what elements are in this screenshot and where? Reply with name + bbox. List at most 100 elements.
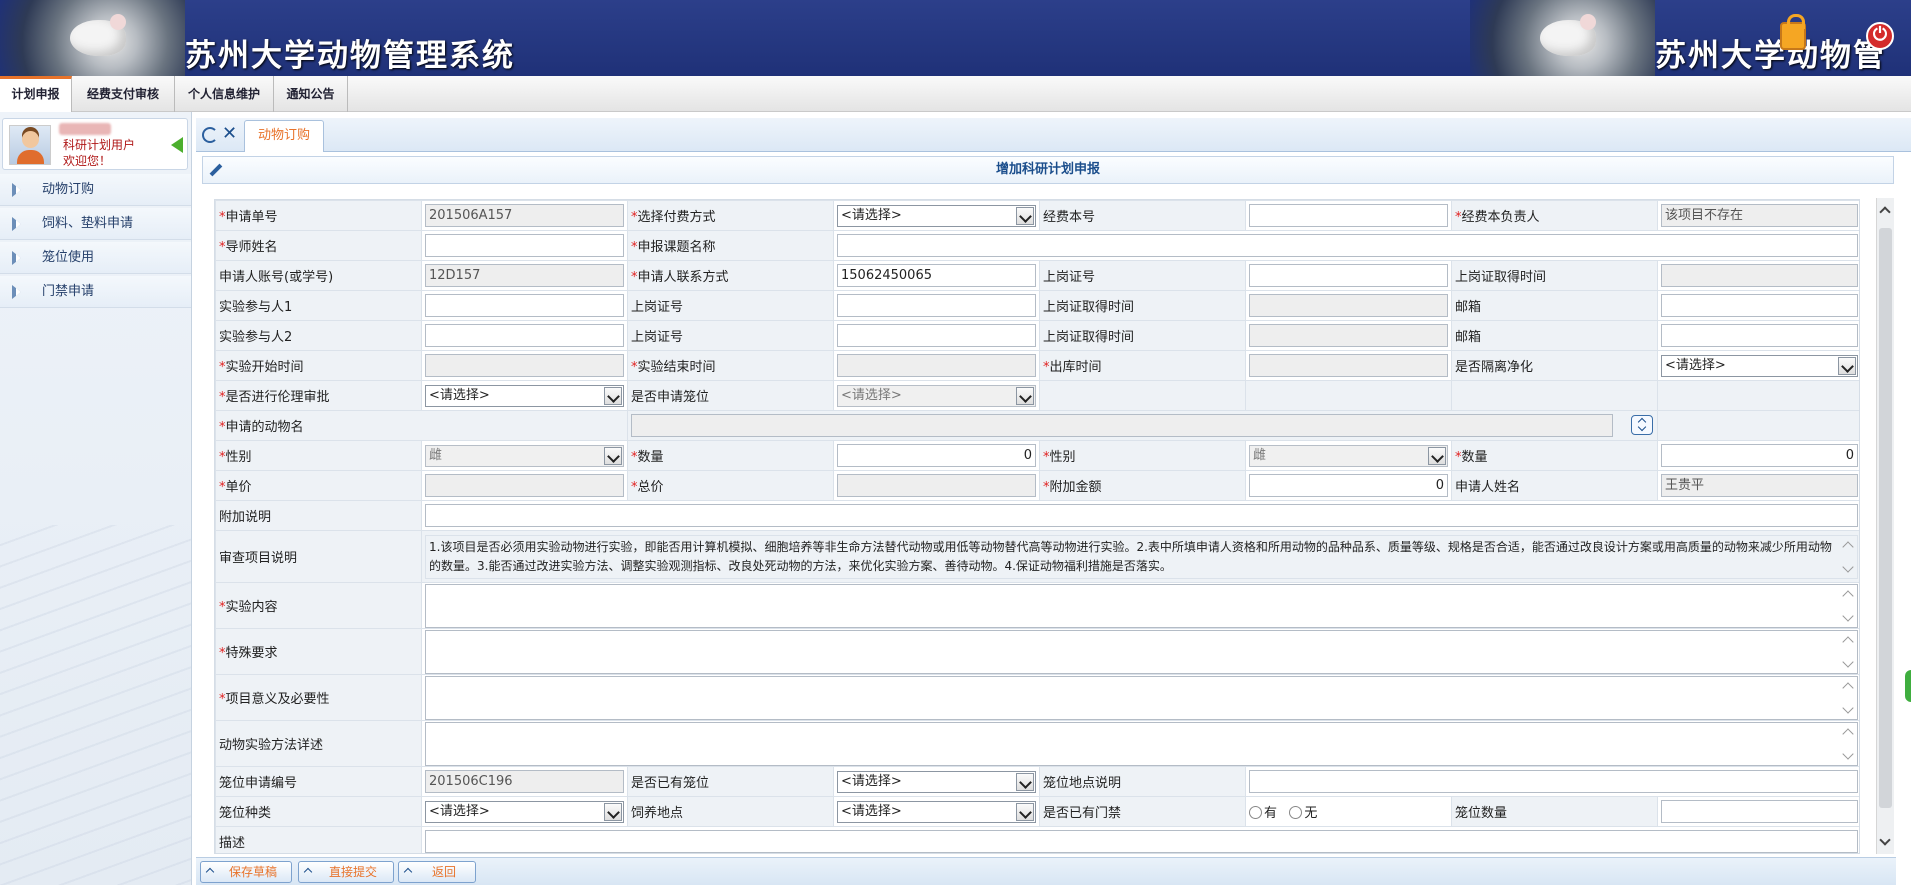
sidebar-item-label: 饲料、垫料申请	[42, 216, 134, 231]
feed-place-select[interactable]: <请选择>	[837, 800, 1036, 823]
chevron-down-icon	[1428, 446, 1446, 465]
sex-1-select[interactable]: 雌	[425, 444, 624, 467]
label-sex-2: *性别	[1039, 440, 1246, 471]
chevron-down-icon	[1016, 206, 1034, 225]
p2-cert-time-field[interactable]	[1249, 324, 1448, 347]
method-textarea[interactable]	[425, 721, 1858, 766]
total-field[interactable]	[837, 474, 1036, 497]
label-cert: 上岗证号	[1039, 260, 1246, 291]
label-significance: *项目意义及必要性	[215, 674, 422, 721]
isolate-select[interactable]: <请选择>	[1661, 354, 1858, 377]
user-welcome: 欢迎您！	[63, 154, 112, 168]
submit-button[interactable]: 直接提交	[298, 861, 394, 883]
pay-method-select[interactable]: <请选择>	[837, 204, 1036, 227]
apply-no-field[interactable]: 201506A157	[425, 204, 624, 227]
app-title-repeat: 苏州大学动物管	[1655, 38, 1886, 74]
form-table: *申请单号 201506A157 *选择付费方式 <请选择> 经费本号 *经费本…	[215, 200, 1859, 853]
label-participant-1: 实验参与人1	[215, 290, 422, 321]
label-p2-email: 邮箱	[1451, 320, 1658, 351]
sidebar-item-animal-order[interactable]: 动物订购	[0, 174, 191, 206]
close-icon[interactable]: ✕	[222, 123, 237, 144]
special-textarea[interactable]	[425, 629, 1858, 674]
nav-fund-audit[interactable]: 经费支付审核	[72, 76, 175, 112]
sidebar-item-label: 笼位使用	[42, 250, 95, 265]
ethics-select[interactable]: <请选择>	[425, 384, 624, 407]
cert-time-field[interactable]	[1661, 264, 1858, 287]
nav-personal-info[interactable]: 个人信息维护	[175, 76, 274, 112]
form-header: 增加科研计划申报	[202, 156, 1894, 184]
sidebar-item-cage[interactable]: 笼位使用	[0, 242, 191, 274]
label-cage-request: 是否申请笼位	[627, 380, 834, 411]
tutor-field[interactable]	[425, 234, 624, 257]
qty-1-field[interactable]: 0	[837, 444, 1036, 467]
content-textarea[interactable]	[425, 583, 1858, 628]
p2-cert-field[interactable]	[837, 324, 1036, 347]
power-icon[interactable]: ⏻	[1866, 22, 1894, 50]
cage-type-select[interactable]: <请选择>	[425, 800, 624, 823]
out-time-field[interactable]	[1249, 354, 1448, 377]
door-no-radio[interactable]	[1289, 806, 1303, 819]
label-content: *实验内容	[215, 582, 422, 629]
tab-animal-order[interactable]: 动物订购	[244, 120, 324, 152]
collapse-arrow-icon[interactable]	[171, 137, 183, 153]
label-feed-place: 饲养地点	[627, 796, 834, 827]
chevron-down-icon	[1016, 386, 1034, 405]
chevron-down-icon	[1838, 356, 1856, 375]
unit-price-field[interactable]	[425, 474, 624, 497]
lock-icon[interactable]	[1780, 14, 1806, 50]
end-time-field[interactable]	[837, 354, 1036, 377]
qty-2-field[interactable]: 0	[1661, 444, 1858, 467]
scroll-down-icon	[1879, 834, 1891, 846]
p1-email-field[interactable]	[1661, 294, 1858, 317]
label-qty-2: *数量	[1451, 440, 1658, 471]
cage-count-field[interactable]	[1661, 800, 1858, 823]
door-yes-radio[interactable]	[1249, 806, 1262, 819]
extra-amount-field[interactable]: 0	[1249, 474, 1448, 497]
cage-no-field[interactable]: 201506C196	[425, 770, 624, 793]
menu-arrow-icon	[12, 285, 26, 299]
vertical-scrollbar[interactable]	[1876, 198, 1894, 854]
user-box: 科研计划用户 欢迎您！	[2, 118, 188, 170]
desc-field[interactable]	[425, 830, 1858, 853]
label-end-time: *实验结束时间	[627, 350, 834, 381]
top-nav: 计划申报 经费支付审核 个人信息维护 通知公告	[0, 76, 1911, 112]
has-cage-select[interactable]: <请选择>	[837, 770, 1036, 793]
applicant-field[interactable]: 王贵平	[1661, 474, 1858, 497]
phone-field[interactable]: 15062450065	[837, 264, 1036, 287]
topic-field[interactable]	[837, 234, 1858, 257]
content-area: 增加科研计划申报 *申请单号 201506A157 *选择付费方式 <请选择> …	[196, 152, 1911, 885]
nav-plan-declare[interactable]: 计划申报	[0, 76, 72, 112]
label-start-time: *实验开始时间	[215, 350, 422, 381]
account-field[interactable]: 12D157	[425, 264, 624, 287]
participant-1-field[interactable]	[425, 294, 624, 317]
fund-no-field[interactable]	[1249, 204, 1448, 227]
app-title: 苏州大学动物管理系统	[185, 38, 515, 74]
sidebar-item-access[interactable]: 门禁申请	[0, 276, 191, 308]
p1-cert-time-field[interactable]	[1249, 294, 1448, 317]
animal-picker-icon[interactable]	[1631, 415, 1653, 435]
cage-request-select[interactable]: <请选择>	[837, 384, 1036, 407]
p2-email-field[interactable]	[1661, 324, 1858, 347]
chevron-up-icon	[403, 867, 413, 877]
sex-2-select[interactable]: 雌	[1249, 444, 1448, 467]
form-scroll-area[interactable]: *申请单号 201506A157 *选择付费方式 <请选择> 经费本号 *经费本…	[214, 199, 1860, 854]
significance-textarea[interactable]	[425, 675, 1858, 720]
label-unit-price: *单价	[215, 470, 422, 501]
fund-owner-field[interactable]: 该项目不存在	[1661, 204, 1858, 227]
save-draft-button[interactable]: 保存草稿	[200, 861, 292, 883]
animal-name-field[interactable]	[631, 414, 1613, 437]
cage-place-field[interactable]	[1249, 770, 1858, 793]
note-field[interactable]	[425, 504, 1858, 527]
label-cage-no: 笼位申请编号	[215, 766, 422, 797]
nav-notices[interactable]: 通知公告	[274, 76, 348, 112]
float-badge-icon[interactable]	[1903, 668, 1911, 704]
scroll-arrows-icon	[1840, 632, 1856, 672]
scroll-up-icon	[1879, 206, 1891, 218]
cert-field[interactable]	[1249, 264, 1448, 287]
back-button[interactable]: 返回	[398, 861, 476, 883]
p1-cert-field[interactable]	[837, 294, 1036, 317]
start-time-field[interactable]	[425, 354, 624, 377]
participant-2-field[interactable]	[425, 324, 624, 347]
refresh-icon[interactable]	[202, 127, 218, 143]
sidebar-item-feed[interactable]: 饲料、垫料申请	[0, 208, 191, 240]
